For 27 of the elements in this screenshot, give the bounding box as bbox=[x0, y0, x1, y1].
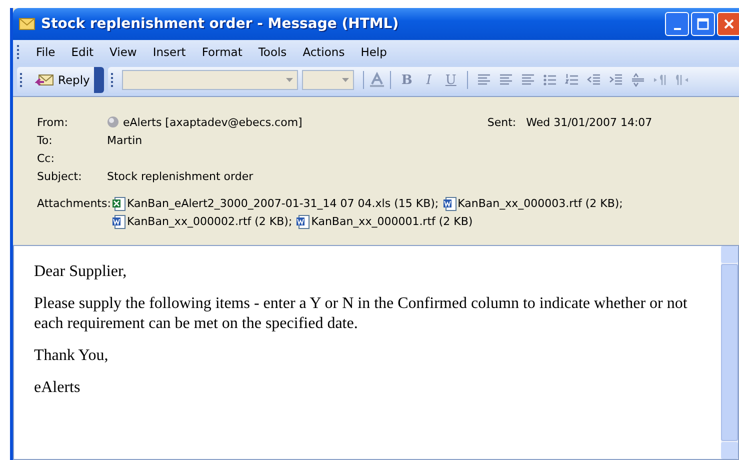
sent-date: Wed 31/01/2007 14:07 bbox=[526, 116, 652, 128]
menu-item[interactable]: Edit bbox=[63, 45, 102, 59]
cc-label: Cc: bbox=[37, 152, 56, 164]
from-label: From: bbox=[37, 116, 69, 128]
menu-item[interactable]: Insert bbox=[144, 45, 194, 59]
attachments-label: Attachments: bbox=[37, 196, 111, 212]
message-paragraph: Thank You, bbox=[34, 346, 110, 366]
menu-item[interactable]: View bbox=[102, 45, 145, 59]
menu-item[interactable]: File bbox=[28, 45, 64, 59]
attachment[interactable]: KanBan_eAlert2_3000_2007-01-31_14 07 04.xls (15 KB); bbox=[112, 195, 439, 213]
message-paragraph: Please supply the following items - enter a Y or N in the Confirmed column to indicate whether or not each requirement can be met on the specified date. bbox=[34, 294, 688, 334]
menu-item[interactable]: Help bbox=[352, 45, 395, 59]
message-paragraph: Dear Supplier, bbox=[34, 262, 128, 282]
attachment[interactable]: KanBan_xx_000002.rtf (2 KB); bbox=[112, 213, 292, 231]
attachment[interactable]: KanBan_xx_000003.rtf (2 KB); bbox=[442, 195, 623, 213]
subject: Stock replenishment order bbox=[107, 170, 254, 182]
sender[interactable]: eAlerts [axaptadev@ebecs.com] bbox=[123, 116, 302, 128]
recipient[interactable]: Martin bbox=[107, 134, 142, 146]
menu-item[interactable]: Actions bbox=[294, 45, 353, 59]
to-label: To: bbox=[37, 134, 54, 146]
message-paragraph: eAlerts bbox=[34, 378, 82, 398]
attachment[interactable]: KanBan_xx_000001.rtf (2 KB) bbox=[296, 213, 473, 231]
subject-label: Subject: bbox=[37, 170, 83, 182]
window-title: Stock replenishment order - Message (HTML) bbox=[41, 16, 399, 32]
menu-item[interactable]: Tools bbox=[250, 45, 295, 59]
sent-label: Sent: bbox=[487, 116, 516, 128]
menu-item[interactable]: Format bbox=[194, 45, 250, 59]
